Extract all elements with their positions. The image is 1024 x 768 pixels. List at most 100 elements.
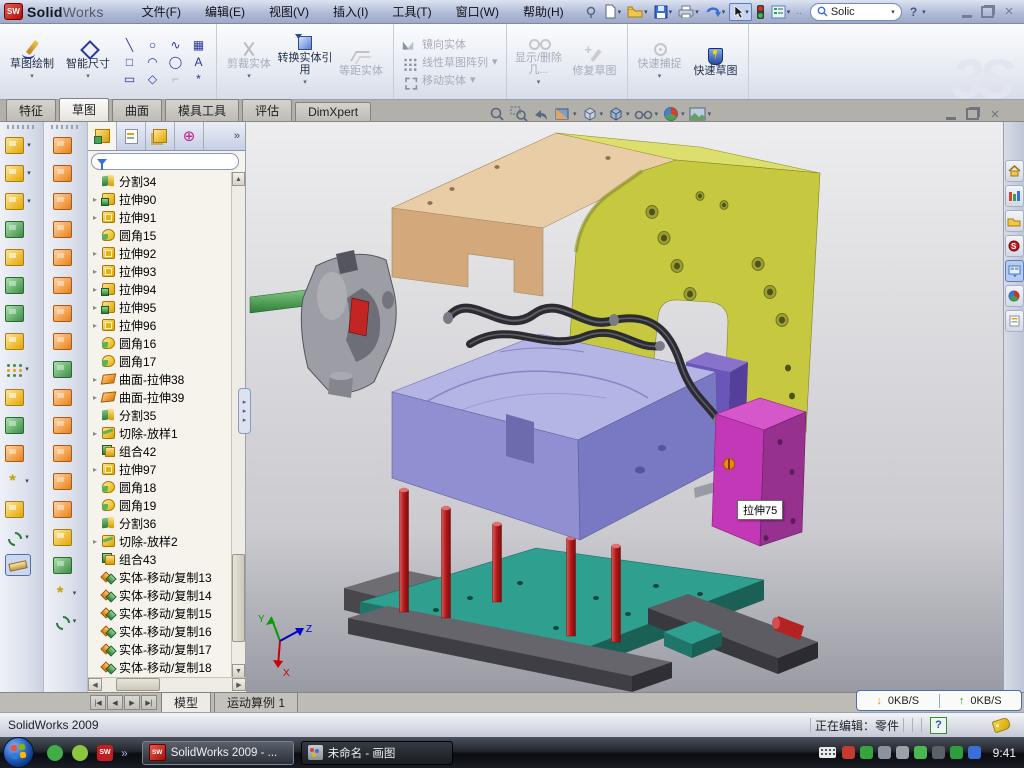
expand-arrow-icon[interactable]: ▸ [93,429,102,438]
toolbar-button[interactable]: ▾ [53,383,79,411]
search-box[interactable]: Solic ▾ [810,3,902,21]
previous-view-icon[interactable] [532,106,550,122]
toolbar-button[interactable]: ▾ [5,523,38,551]
smart-dimension-button[interactable]: 智能尺寸▾ [60,40,116,83]
toolbar-button[interactable]: ▾ [53,495,79,523]
feature-tree-item[interactable]: ▸ 拉伸92 [88,244,232,262]
tray-icon[interactable] [968,746,981,759]
menu-item[interactable]: 窗口(W) [444,0,511,23]
expand-arrow-icon[interactable]: ▸ [93,213,102,222]
toolbar-button[interactable]: ▾ [53,327,79,355]
feature-tree-item[interactable]: ▸ 组合42 [88,442,232,460]
expand-arrow-icon[interactable]: ▸ [93,465,102,474]
feature-tree-item[interactable]: ▸ 拉伸93 [88,262,232,280]
toolbar-button[interactable]: ▾ [53,607,79,635]
tab-property-manager[interactable] [117,122,146,150]
toolbar-button[interactable]: ▾ [53,439,79,467]
feature-tree-item[interactable]: ▸ 曲面-拉伸39 [88,388,232,406]
feature-tree-item[interactable]: ▸ 分割35 [88,406,232,424]
design-library-icon[interactable] [1005,185,1024,207]
toolbar-button[interactable]: ▾ [5,327,38,355]
model-side-block-magenta[interactable] [712,398,806,546]
tray-icon[interactable] [860,746,873,759]
tab-configuration-manager[interactable] [146,122,175,150]
ribbon-tab[interactable]: 草图 [59,98,109,121]
mirror-entities-button[interactable]: 镜向实体 [402,36,498,52]
quick-snaps-button[interactable]: 快速捕捉▾ [632,40,688,83]
feature-tree-item[interactable]: ▸ 实体-移动/复制15 [88,604,232,622]
feature-tree-item[interactable]: ▸ 拉伸94 [88,280,232,298]
ribbon-tab[interactable]: 模具工具 [165,99,239,121]
options-button[interactable]: ▾ [769,4,793,20]
feature-tree-item[interactable]: ▸ 拉伸97 [88,460,232,478]
toolbar-button[interactable]: ▾ [5,215,38,243]
tray-icon[interactable] [878,746,891,759]
feature-tree-item[interactable]: ▸ 拉伸95 [88,298,232,316]
sketch-tool-icon[interactable]: ◠ [141,53,164,70]
tree-horizontal-scrollbar[interactable]: ◀ ▶ [88,677,246,692]
toolbar-button[interactable]: ▾ [53,523,79,551]
trim-entities-button[interactable]: 剪裁实体▾ [221,40,277,83]
toolbar-grip[interactable] [7,125,37,129]
feature-tree-item[interactable]: ▸ 分割36 [88,514,232,532]
sketch-tool-icon[interactable]: ◯ [164,53,187,70]
expand-arrow-icon[interactable]: ▸ [93,267,102,276]
toolbar-button[interactable]: ▾ [53,159,79,187]
toolbar-button[interactable]: ▾ [53,243,79,271]
feature-tree-item[interactable]: ▸ 实体-移动/复制13 [88,568,232,586]
scroll-down-button[interactable]: ▼ [232,664,245,678]
sketch-tool-icon[interactable]: ◇ [141,70,164,87]
repair-sketch-button[interactable]: 修复草图 [567,47,623,77]
edit-appearance-icon[interactable]: ▾ [662,106,685,122]
network-speed-widget[interactable]: ↓0KB/S ↑0KB/S [856,690,1022,711]
zoom-to-area-icon[interactable] [510,106,528,122]
quick-launch-icon[interactable] [72,745,88,761]
select-tool-button[interactable]: ▾ [729,3,752,21]
sketch-tool-icon[interactable]: □ [118,53,141,70]
ribbon-tab[interactable]: DimXpert [295,102,371,121]
undo-button[interactable]: ▾ [703,4,728,20]
toolbar-button[interactable]: ▾ [53,215,79,243]
quick-launch-icon[interactable] [47,745,63,761]
toolbar-button[interactable]: ▾ [5,187,38,215]
sketch-tool-icon[interactable]: ╲ [118,36,141,53]
view-palette-icon[interactable] [1005,260,1024,282]
tray-icon[interactable] [896,746,909,759]
toolbar-button[interactable]: ▾ [53,411,79,439]
sketch-tool-icon[interactable]: A [187,53,210,70]
tab-dimxpert-manager[interactable]: ⊕ [175,122,204,150]
expand-arrow-icon[interactable]: ▸ [93,321,102,330]
doc-minimize-button[interactable] [946,108,956,120]
feature-tree-item[interactable]: ▸ 拉伸96 [88,316,232,334]
toolbar-button[interactable]: ▾ [53,131,79,159]
tab-nav-button[interactable]: |◀ [90,695,106,710]
toolbar-button[interactable]: ▾ [5,271,38,299]
offset-entities-button[interactable]: 等距实体 [333,47,389,77]
feature-tree-item[interactable]: ▸ 曲面-拉伸38 [88,370,232,388]
panel-tabs-overflow[interactable]: » [229,122,245,150]
viewport-3d-model[interactable]: Y Z X [246,122,1003,692]
solidworks-resources-icon[interactable]: S [1005,235,1024,257]
tray-icon[interactable] [950,746,963,759]
tab-feature-manager[interactable] [88,122,117,150]
display-style-icon[interactable]: ▾ [607,106,630,122]
save-button[interactable]: ▾ [652,4,675,20]
linear-sketch-pattern-button[interactable]: 线性草图阵列▾ [402,54,498,70]
toolbar-button[interactable]: ▾ [5,243,38,271]
menu-item[interactable]: 编辑(E) [193,0,257,23]
ribbon-tab[interactable]: 特征 [6,99,56,121]
toolbar-button[interactable]: ▾ [5,159,38,187]
menu-item[interactable]: 工具(T) [380,0,443,23]
feature-tree-item[interactable]: ▸ 分割34 [88,172,232,190]
hide-show-items-icon[interactable]: ▾ [634,106,659,122]
menu-item[interactable]: 视图(V) [257,0,321,23]
move-entities-button[interactable]: 移动实体▾ [402,72,498,88]
language-keyboard-icon[interactable] [819,747,836,758]
expand-arrow-icon[interactable]: ▸ [93,537,102,546]
apply-scene-icon[interactable]: ▾ [689,106,712,122]
toolbar-button[interactable]: ▾ [5,439,38,467]
feature-tree-item[interactable]: ▸ 切除-放样1 [88,424,232,442]
taskbar-task-button[interactable]: SW SolidWorks 2009 - ... [142,741,294,765]
tab-nav-button[interactable]: ▶| [141,695,157,710]
toolbar-grip[interactable] [51,125,81,129]
